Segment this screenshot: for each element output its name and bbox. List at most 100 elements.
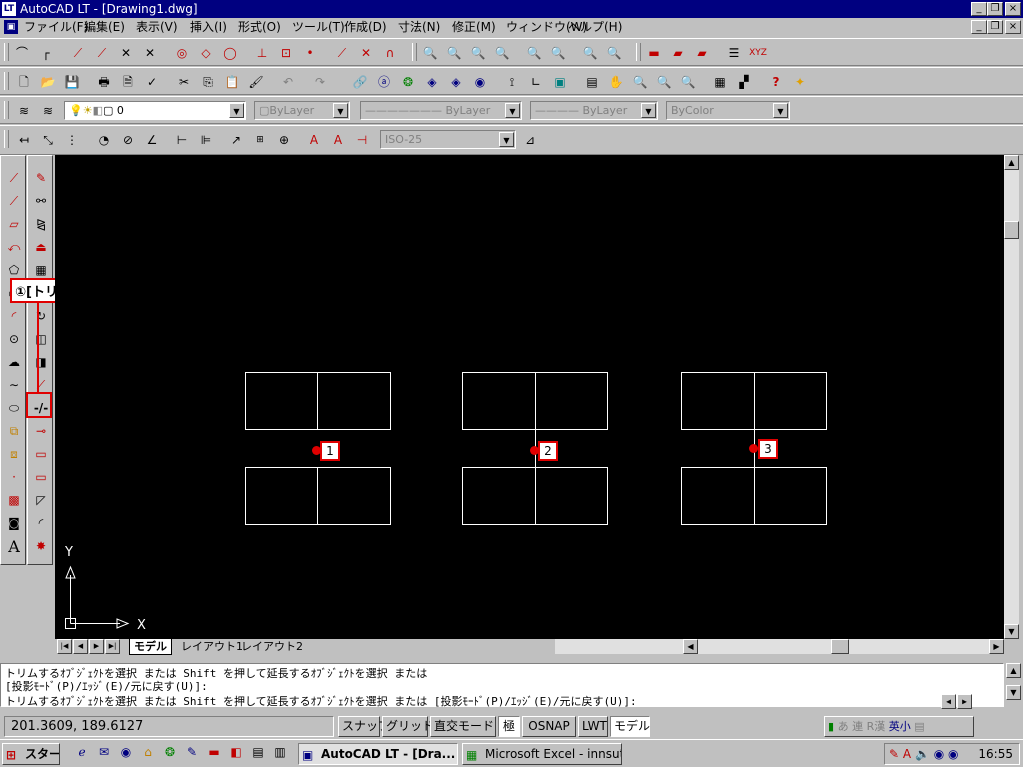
polyline-icon[interactable]: ▱ [4,214,24,234]
fillet-icon[interactable]: ◜ [31,513,51,533]
hatch-icon[interactable]: ▩ [4,490,24,510]
menu-tools[interactable]: ツール(T) [292,20,345,35]
pan-icon[interactable]: ✋ [606,72,626,92]
menu-draw[interactable]: 作成(D) [344,20,387,35]
meetnow-icon[interactable]: ◈ [446,72,466,92]
copy-object-icon[interactable]: ⚯ [31,191,51,211]
snap-line-endpoint-icon[interactable]: ⟋ [68,43,88,63]
hscroll-right-button[interactable]: ▶ [989,639,1004,654]
ime-mode-rkan[interactable]: R漢 [867,720,886,733]
help-icon[interactable]: ? [766,72,786,92]
undo-icon[interactable]: ↶ [278,72,298,92]
linetype-dropdown[interactable]: ——————— ByLayer ▼ [360,101,522,120]
layer-dropdown[interactable]: 💡☀◧▢ 0 ▼ [64,101,246,120]
match-properties-icon[interactable]: 🖌 [246,72,266,92]
cmd-scroll-left[interactable]: ◀ [941,694,956,709]
menu-file[interactable]: ファイル(F) [24,20,88,35]
coordinate-display[interactable]: 201.3609, 189.6127 [4,716,334,737]
dim-angular-icon[interactable]: ∠ [142,130,162,150]
task-autocad[interactable]: ▣ AutoCAD LT - [Dra... [298,743,458,765]
scroll-up-button[interactable]: ▲ [1004,155,1019,170]
osnap-toggle[interactable]: OSNAP [522,716,576,737]
dim-edit-icon[interactable]: A [304,130,324,150]
arc-icon[interactable]: ◜ [4,306,24,326]
snap-tangent-icon[interactable]: ◯ [220,43,240,63]
close-button[interactable]: × [1005,2,1021,16]
spline-icon[interactable]: ∼ [4,375,24,395]
text-icon[interactable]: A [4,536,24,556]
cmd-scroll-down[interactable]: ▼ [1006,685,1021,700]
design-center-icon[interactable]: ▞ [734,72,754,92]
make-block-icon[interactable]: ⧈ [4,444,24,464]
minimize-button[interactable]: _ [971,2,987,16]
offset-icon[interactable]: ⏏ [31,237,51,257]
zoom-out-icon[interactable]: 🔍 [548,43,568,63]
tab-last-button[interactable]: ▶| [105,639,120,654]
redo-icon[interactable]: ↷ [310,72,330,92]
snap-endpoint-icon[interactable]: ⌒ [12,43,32,63]
scroll-down-button[interactable]: ▼ [1004,624,1019,639]
chevron-down-icon[interactable]: ▼ [229,103,244,118]
drawing-canvas[interactable]: Y X [55,155,1004,639]
zoom-scale-icon[interactable]: 🔍 [468,43,488,63]
quicklaunch-icon-4[interactable]: ▬ [204,742,224,762]
region-icon[interactable]: ◙ [4,513,24,533]
zoom-all-icon[interactable]: 🔍 [580,43,600,63]
tab-next-button[interactable]: ▶ [89,639,104,654]
ime-mode-ren[interactable]: 連 [852,720,863,733]
command-window[interactable]: トリムするｵﾌﾞｼﾞｪｸﾄを選択 または Shift を押して延長するｵﾌﾞｼﾞ… [0,663,1004,709]
line-icon[interactable]: ⟋ [4,168,24,188]
start-button[interactable]: ⊞ スタート [2,743,60,765]
spell-check-icon[interactable]: ✓ [142,72,162,92]
channel-icon[interactable]: ◉ [116,742,136,762]
clock[interactable]: 16:55 [978,744,1013,764]
hyperlink-icon[interactable]: 🔗 [350,72,370,92]
pentagon-icon[interactable]: ⬠ [4,260,24,280]
dim-tolerance-icon[interactable]: ⊞ [250,130,270,150]
web-icon[interactable]: ◉ [470,72,490,92]
tray-volume-icon[interactable]: 🔈 [915,747,930,761]
snap-perpendicular-icon[interactable]: ⊥ [252,43,272,63]
dim-linear-icon[interactable]: ↤ [14,130,34,150]
zoom-window-icon-2[interactable]: 🔍 [654,72,674,92]
dim-diameter-icon[interactable]: ⊘ [118,130,138,150]
properties-icon[interactable]: ▦ [710,72,730,92]
tab-model[interactable]: モデル [129,639,172,655]
grid-toggle[interactable]: グリッド [382,716,434,737]
command-prompt[interactable]: トリムするｵﾌﾞｼﾞｪｸﾄを選択 または Shift を押して延長するｵﾌﾞｼﾞ… [5,695,935,708]
circle-icon[interactable]: ⊙ [4,329,24,349]
hscroll-left-button[interactable]: ◀ [683,639,698,654]
aerial-view-icon[interactable]: ▤ [582,72,602,92]
model-toggle[interactable]: モデル [610,716,650,737]
zoom-previous-icon[interactable]: 🔍 [678,72,698,92]
browser-icon[interactable]: ⓐ [374,72,394,92]
menu-dimension[interactable]: 寸法(N) [398,20,440,35]
cmd-scroll-right[interactable]: ▶ [957,694,972,709]
open-file-icon[interactable]: 📂 [38,72,58,92]
point-icon[interactable]: · [4,467,24,487]
chevron-down-icon[interactable]: ▼ [505,103,520,118]
snap-center-icon[interactable]: ◎ [172,43,192,63]
tab-prev-button[interactable]: ◀ [73,639,88,654]
paste-icon[interactable]: 📋 [222,72,242,92]
zoom-window-icon[interactable]: 🔍 [420,43,440,63]
erase-icon[interactable]: ✎ [31,168,51,188]
lwt-toggle[interactable]: LWT [578,716,608,737]
print-icon[interactable]: 🖶 [94,72,114,92]
print-preview-icon[interactable]: 🗎 [118,72,138,92]
extend-icon[interactable]: ⊸ [31,421,51,441]
save-icon[interactable]: 💾 [62,72,82,92]
cmd-scroll-up[interactable]: ▲ [1006,663,1021,678]
lineweight-dropdown[interactable]: ———— ByLayer ▼ [530,101,658,120]
tray-pen-icon[interactable]: ✎ [889,747,899,761]
doc-minimize-button[interactable]: _ [971,20,987,34]
cut-icon[interactable]: ✂ [174,72,194,92]
dim-continue-icon[interactable]: ⊫ [196,130,216,150]
plotstyle-dropdown[interactable]: ByColor ▼ [666,101,790,120]
quicklaunch-icon-5[interactable]: ◧ [226,742,246,762]
today-icon[interactable]: ❂ [398,72,418,92]
ime-mode-hiragana[interactable]: あ [838,720,849,733]
stretch-icon[interactable]: ◨ [31,352,51,372]
zoom-extents-icon[interactable]: 🔍 [604,43,624,63]
explode-icon[interactable]: ✸ [31,536,51,556]
